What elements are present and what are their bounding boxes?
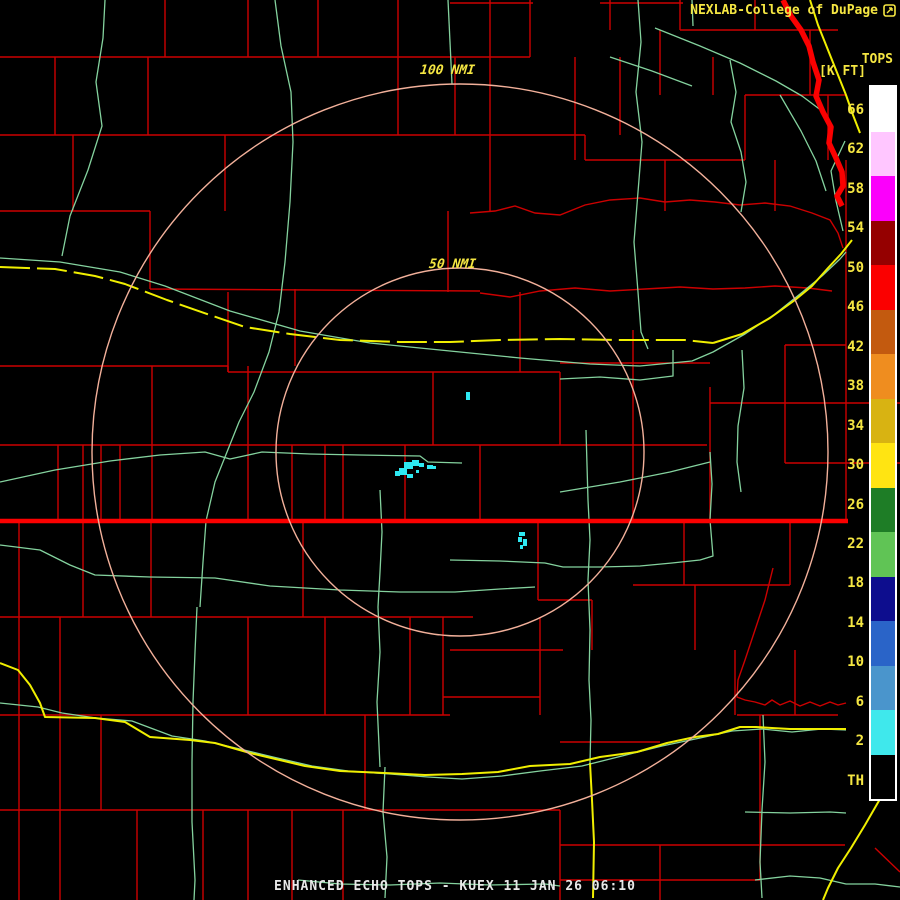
range-ring-50nmi (275, 267, 645, 637)
legend-segment (871, 487, 895, 532)
legend-tick: 34 (847, 418, 864, 434)
legend-segment (871, 443, 895, 488)
legend-segment (871, 220, 895, 265)
legend-segment (871, 354, 895, 399)
echo-pixel (419, 463, 424, 467)
legend-segment (871, 754, 895, 799)
legend-segment (871, 665, 895, 710)
echo-pixel (407, 474, 413, 478)
product-caption: ENHANCED ECHO TOPS - KUEX 11 JAN 26 06:1… (274, 879, 636, 894)
radar-display: 100 NMI 50 NMI NEXLAB-College of DuPage … (0, 0, 900, 900)
echo-pixel (433, 466, 436, 469)
echo-pixel (404, 462, 413, 469)
legend-segment (871, 621, 895, 666)
legend-segment (871, 265, 895, 310)
legend-tick: 10 (847, 654, 864, 670)
legend-segment (871, 710, 895, 755)
us-highway-south-line (0, 662, 846, 776)
legend-segment (871, 398, 895, 443)
echo-pixel (427, 465, 433, 469)
range-ring-100-label: 100 NMI (419, 63, 476, 78)
legend-tick: 22 (847, 536, 864, 552)
legend-tick: 62 (847, 141, 864, 157)
echo-pixel (466, 392, 470, 400)
echo-pixel (416, 470, 419, 473)
legend-tick: 50 (847, 260, 864, 276)
legend-tick: 6 (855, 694, 864, 710)
echo-layer (395, 392, 527, 549)
legend-tick: 30 (847, 457, 864, 473)
legend-tick: 2 (855, 733, 864, 749)
legend-units: [K FT] (819, 64, 866, 79)
legend-tick: 18 (847, 575, 864, 591)
credit-text: NEXLAB-College of DuPage (690, 2, 878, 18)
legend-segment (871, 309, 895, 354)
legend-colorbar (869, 85, 897, 801)
echo-pixel (518, 537, 522, 542)
legend-tick: 42 (847, 339, 864, 355)
legend-tick: 54 (847, 220, 864, 236)
credit-link[interactable]: NEXLAB-College of DuPage (690, 3, 896, 17)
legend-segment (871, 176, 895, 221)
legend-tick: TH (847, 773, 864, 789)
legend-segment (871, 576, 895, 621)
legend-tick: 38 (847, 378, 864, 394)
external-link-box-icon (883, 4, 896, 17)
echo-pixel (519, 532, 525, 536)
legend-tick: 58 (847, 181, 864, 197)
range-ring-50-label: 50 NMI (428, 257, 477, 272)
river-county-meanders (469, 197, 847, 707)
legend-tick: 14 (847, 615, 864, 631)
legend-tick: 46 (847, 299, 864, 315)
legend-segment (871, 87, 895, 132)
legend-segment (871, 131, 895, 176)
legend-tick: 26 (847, 497, 864, 513)
legend-segment (871, 532, 895, 577)
echo-pixel (412, 460, 419, 466)
echo-pixel (523, 539, 527, 546)
echo-pixel (399, 468, 407, 475)
interstate-80-line (0, 266, 714, 344)
echo-pixel (520, 545, 523, 549)
legend-tick: 66 (847, 102, 864, 118)
legend-title: TOPS (861, 52, 893, 67)
radar-map (0, 0, 900, 900)
